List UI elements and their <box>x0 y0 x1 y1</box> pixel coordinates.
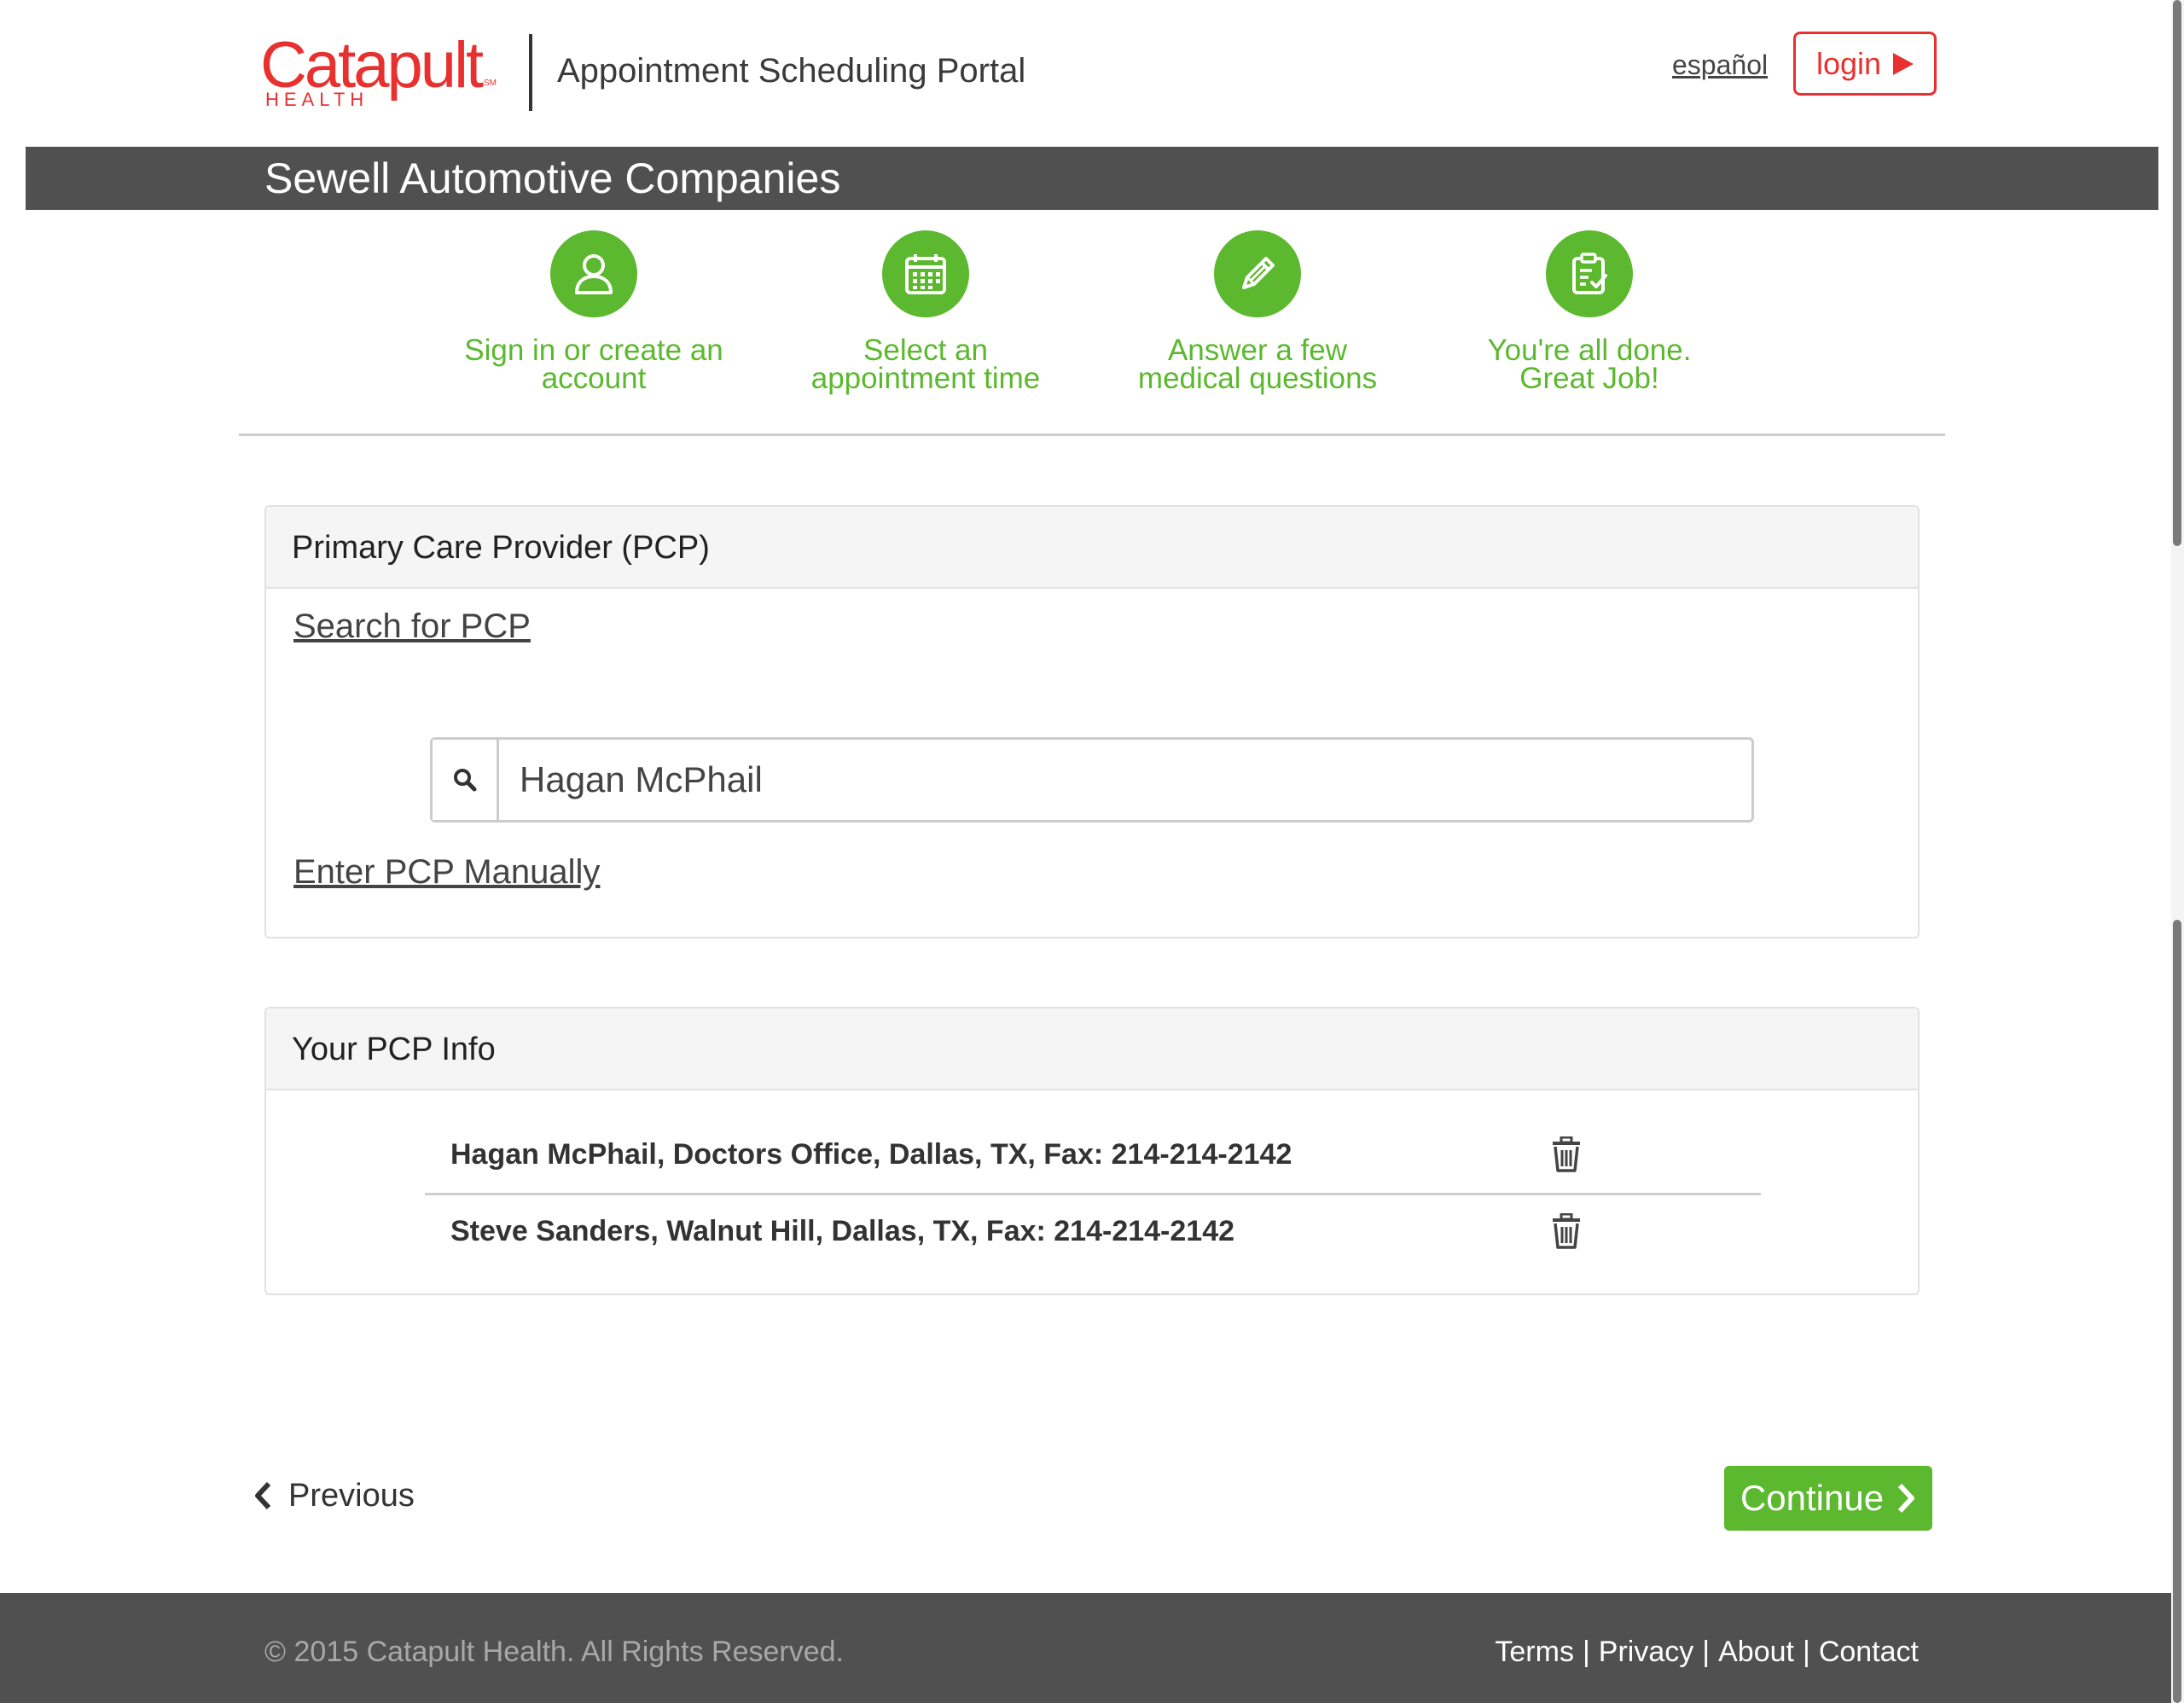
pcp-panel-title: Primary Care Provider (PCP) <box>266 507 1918 589</box>
search-icon[interactable] <box>433 740 499 820</box>
trash-icon[interactable] <box>1551 1212 1582 1249</box>
step-label: Select an appointment time <box>772 334 1079 395</box>
search-pcp-link[interactable]: Search for PCP <box>293 607 531 646</box>
footer-separator: | <box>1582 1636 1590 1668</box>
previous-link[interactable]: Previous <box>253 1474 415 1517</box>
scrollbar-thumb[interactable] <box>2173 0 2181 546</box>
pcp-info-panel: Your PCP Info Hagan McPhail, Doctors Off… <box>264 1007 1920 1295</box>
footer-link-terms[interactable]: Terms <box>1495 1593 1574 1703</box>
language-toggle-link[interactable]: español <box>1672 48 1768 82</box>
company-name: Sewell Automotive Companies <box>264 154 841 202</box>
chevron-right-icon <box>1897 1483 1915 1514</box>
user-icon <box>550 230 637 317</box>
login-button[interactable]: login <box>1793 32 1937 96</box>
progress-steps: Sign in or create an account Select an a… <box>0 230 2184 444</box>
step-label-line: Great Job! <box>1519 362 1659 395</box>
play-arrow-icon <box>1893 52 1914 75</box>
step-label-line: medical questions <box>1137 362 1378 395</box>
step-label: You're all done. Great Job! <box>1436 334 1743 395</box>
clipboard-check-icon <box>1546 230 1633 317</box>
previous-label: Previous <box>288 1477 415 1514</box>
step-medical-questions: Answer a few medical questions <box>1104 230 1411 395</box>
portal-title: Appointment Scheduling Portal <box>557 52 1026 90</box>
step-sign-in: Sign in or create an account <box>440 230 747 395</box>
footer-separator: | <box>1702 1636 1711 1668</box>
page: Catapult HEALTH SM Appointment Schedulin… <box>0 0 2184 1703</box>
calendar-icon <box>882 230 969 317</box>
footer-link-privacy[interactable]: Privacy <box>1599 1593 1693 1703</box>
logo-servicemark: SM <box>484 78 497 88</box>
footer: © 2015 Catapult Health. All Rights Reser… <box>0 1593 2171 1703</box>
copyright-text: © 2015 Catapult Health. All Rights Reser… <box>264 1636 844 1668</box>
pcp-info-row: Steve Sanders, Walnut Hill, Dallas, TX, … <box>425 1193 1761 1270</box>
step-label-line: You're all done. <box>1487 334 1692 367</box>
pencil-icon <box>1214 230 1301 317</box>
catapult-health-logo[interactable]: Catapult HEALTH SM <box>260 29 499 114</box>
company-bar: Sewell Automotive Companies <box>26 147 2158 210</box>
steps-divider <box>239 433 1945 436</box>
step-done: You're all done. Great Job! <box>1436 230 1743 395</box>
footer-links: Terms | Privacy | About | Contact <box>1495 1593 1919 1703</box>
step-label-line: Select an <box>863 334 988 367</box>
logo-subtext: HEALTH <box>265 89 369 110</box>
pcp-info-row: Hagan McPhail, Doctors Office, Dallas, T… <box>425 1116 1761 1193</box>
header: Catapult HEALTH SM Appointment Schedulin… <box>0 0 2184 145</box>
pcp-search-input[interactable] <box>499 740 1751 820</box>
step-label: Answer a few medical questions <box>1104 334 1411 395</box>
pcp-info-text: Hagan McPhail, Doctors Office, Dallas, T… <box>450 1138 1292 1171</box>
footer-link-about[interactable]: About <box>1718 1593 1794 1703</box>
continue-label: Continue <box>1740 1478 1885 1518</box>
login-label: login <box>1815 45 1882 81</box>
trash-icon[interactable] <box>1551 1136 1582 1172</box>
enter-pcp-manually-link[interactable]: Enter PCP Manually <box>293 853 600 892</box>
pcp-info-text: Steve Sanders, Walnut Hill, Dallas, TX, … <box>450 1215 1235 1247</box>
step-label: Sign in or create an account <box>440 334 747 395</box>
step-label-line: Sign in or create an <box>464 334 723 367</box>
chevron-left-icon <box>255 1481 271 1510</box>
step-label-line: Answer a few <box>1167 334 1348 367</box>
page-scrollbar[interactable] <box>2171 0 2184 1703</box>
pcp-search-box <box>430 737 1754 822</box>
scrollbar-thumb[interactable] <box>2173 920 2181 1703</box>
step-select-time: Select an appointment time <box>772 230 1079 395</box>
pcp-panel: Primary Care Provider (PCP) Search for P… <box>264 505 1920 939</box>
continue-button[interactable]: Continue <box>1724 1466 1932 1531</box>
header-divider <box>529 34 532 111</box>
footer-link-contact[interactable]: Contact <box>1819 1593 1919 1703</box>
step-label-line: account <box>541 362 647 395</box>
footer-separator: | <box>1802 1636 1810 1668</box>
step-label-line: appointment time <box>810 362 1041 395</box>
pcp-info-title: Your PCP Info <box>266 1008 1918 1090</box>
